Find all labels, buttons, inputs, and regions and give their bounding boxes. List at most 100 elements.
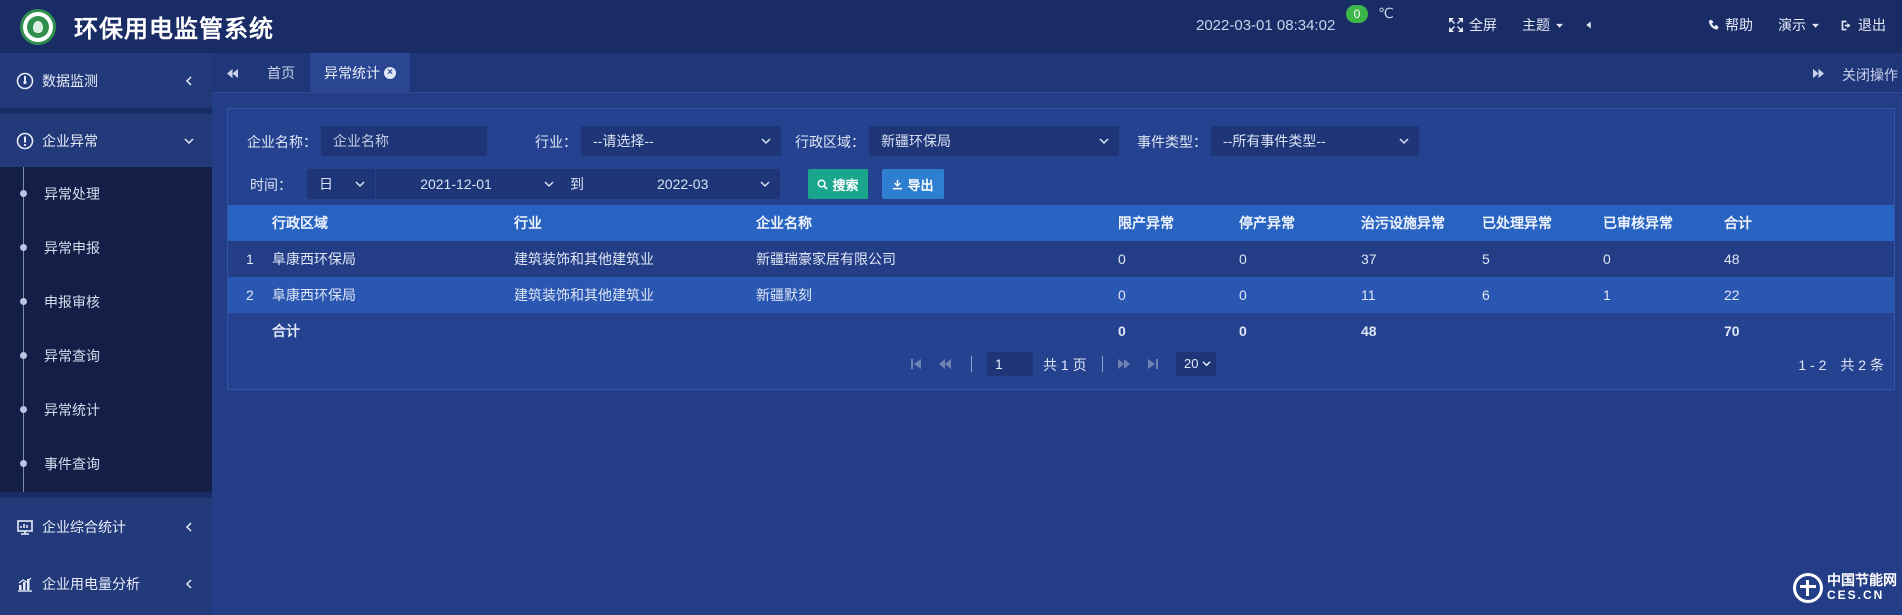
cell-reviewed-anomaly: 1 bbox=[1603, 287, 1611, 303]
search-button[interactable]: 搜索 bbox=[808, 169, 868, 199]
company-name-label: 企业名称： bbox=[247, 134, 317, 150]
to-label: 到 bbox=[570, 176, 584, 192]
cell-limit-anomaly: 0 bbox=[1118, 287, 1126, 303]
chevron-down-icon bbox=[1099, 138, 1109, 145]
sidebar-item-anomaly-query[interactable]: 异常查询 bbox=[0, 329, 212, 383]
region-select-value: 新疆环保局 bbox=[881, 133, 951, 149]
sidebar-item-label: 事件查询 bbox=[44, 456, 100, 472]
cell-stop-anomaly: 0 bbox=[1239, 251, 1247, 267]
record-range-info: 1 - 2 共 2 条 bbox=[1798, 357, 1884, 373]
prev-page-icon[interactable] bbox=[938, 357, 952, 371]
row-index: 2 bbox=[246, 287, 254, 303]
chevron-down-icon bbox=[760, 181, 770, 188]
table-row[interactable]: 1 阜康西环保局 建筑装饰和其他建筑业 新疆瑞豪家居有限公司 0 0 37 5 … bbox=[228, 241, 1894, 277]
help-button[interactable]: 帮助 bbox=[1708, 14, 1753, 36]
watermark-logo-icon bbox=[1793, 573, 1823, 603]
pagination: 1 共 1 页 20 1 - 2 共 2 条 bbox=[228, 349, 1894, 379]
close-tab-icon[interactable]: × bbox=[384, 67, 396, 79]
sidebar: 数据监测 企业异常 异常处理 异常申报 申报审核 异常查询 异常统计 事件查询 … bbox=[0, 53, 212, 615]
sidebar-item-company-anomaly[interactable]: 企业异常 bbox=[0, 114, 212, 167]
column-header[interactable]: 治污设施异常 bbox=[1361, 205, 1445, 241]
pager-divider bbox=[1102, 356, 1103, 372]
summary-total: 70 bbox=[1724, 323, 1740, 339]
first-page-icon[interactable] bbox=[909, 357, 923, 371]
cell-company: 新疆默刻 bbox=[756, 287, 812, 303]
sidebar-item-anomaly-report[interactable]: 异常申报 bbox=[0, 221, 212, 275]
total-pages: 共 1 页 bbox=[1043, 357, 1087, 373]
cell-total: 22 bbox=[1724, 287, 1740, 303]
column-header[interactable]: 停产异常 bbox=[1239, 205, 1295, 241]
sidebar-item-label: 异常申报 bbox=[44, 240, 100, 256]
chevron-down-icon bbox=[544, 181, 554, 188]
start-date-select[interactable]: 2021-12-01 bbox=[376, 169, 564, 199]
time-unit-select[interactable]: 日 bbox=[307, 169, 375, 199]
cell-industry: 建筑装饰和其他建筑业 bbox=[514, 251, 654, 267]
end-date-select[interactable]: 到 2022-03 bbox=[564, 169, 780, 199]
logo-icon bbox=[20, 8, 56, 45]
cell-industry: 建筑装饰和其他建筑业 bbox=[514, 287, 654, 303]
double-arrow-right-icon bbox=[1812, 68, 1824, 78]
cell-handled-anomaly: 6 bbox=[1482, 287, 1490, 303]
sidebar-item-power-analysis[interactable]: 企业用电量分析 bbox=[0, 555, 212, 612]
sidebar-item-anomaly-handle[interactable]: 异常处理 bbox=[0, 167, 212, 221]
demo-label: 演示 bbox=[1778, 17, 1806, 33]
cell-pollution-anomaly: 11 bbox=[1361, 287, 1376, 303]
header-scroll-left-button[interactable] bbox=[1584, 14, 1593, 36]
fullscreen-label: 全屏 bbox=[1469, 17, 1497, 33]
sidebar-item-label: 企业用电量分析 bbox=[42, 575, 140, 592]
export-button[interactable]: 导出 bbox=[882, 169, 944, 199]
logout-label: 退出 bbox=[1858, 17, 1886, 33]
industry-select-value: --请选择-- bbox=[593, 133, 654, 149]
time-unit-value: 日 bbox=[319, 176, 333, 192]
header-clock: 2022-03-01 08:34:02 bbox=[1196, 17, 1336, 34]
column-header[interactable]: 合计 bbox=[1724, 205, 1752, 241]
site-watermark: 中国节能网 CES.CN bbox=[1793, 570, 1897, 606]
export-button-label: 导出 bbox=[907, 177, 934, 193]
event-type-select[interactable]: --所有事件类型-- bbox=[1211, 126, 1419, 156]
chevron-left-icon bbox=[185, 578, 192, 589]
column-header[interactable]: 限产异常 bbox=[1118, 205, 1174, 241]
sidebar-item-anomaly-stats[interactable]: 异常统计 bbox=[0, 383, 212, 437]
bullet-dot-icon bbox=[20, 406, 27, 413]
region-select[interactable]: 新疆环保局 bbox=[869, 126, 1119, 156]
demo-dropdown[interactable]: 演示 bbox=[1778, 14, 1820, 36]
industry-select[interactable]: --请选择-- bbox=[581, 126, 781, 156]
column-header[interactable]: 行政区域 bbox=[272, 205, 328, 241]
caret-down-icon bbox=[1812, 23, 1819, 28]
phone-icon bbox=[1708, 19, 1719, 30]
logout-icon bbox=[1841, 20, 1851, 30]
page-size-select[interactable]: 20 bbox=[1176, 352, 1216, 376]
chevron-down-icon bbox=[184, 137, 194, 144]
column-header[interactable]: 已处理异常 bbox=[1482, 205, 1552, 241]
tab-scroll-right-button[interactable] bbox=[1798, 53, 1838, 93]
chevron-down-icon bbox=[761, 138, 771, 145]
event-type-select-value: --所有事件类型-- bbox=[1223, 133, 1326, 149]
cell-limit-anomaly: 0 bbox=[1118, 251, 1126, 267]
start-date-value: 2021-12-01 bbox=[420, 176, 492, 192]
column-header[interactable]: 企业名称 bbox=[756, 205, 812, 241]
page-number-input[interactable]: 1 bbox=[987, 352, 1033, 376]
submenu-company-anomaly: 异常处理 异常申报 申报审核 异常查询 异常统计 事件查询 bbox=[0, 167, 212, 492]
close-operations-button[interactable]: 关闭操作 bbox=[1842, 65, 1898, 85]
next-page-icon[interactable] bbox=[1117, 357, 1131, 371]
sidebar-item-company-stats[interactable]: 企业综合统计 bbox=[0, 498, 212, 555]
table-summary-row: 合计 0 0 48 70 bbox=[228, 313, 1894, 349]
table-row[interactable]: 2 阜康西环保局 建筑装饰和其他建筑业 新疆默刻 0 0 11 6 1 22 bbox=[228, 277, 1894, 313]
theme-dropdown[interactable]: 主题 bbox=[1522, 14, 1564, 36]
column-header[interactable]: 行业 bbox=[514, 205, 542, 241]
tab-anomaly-stats[interactable]: 异常统计 × bbox=[310, 53, 410, 93]
top-header: 环保用电监管系统 2022-03-01 08:34:02 0 ℃ 全屏 主题 帮… bbox=[0, 0, 1902, 53]
sidebar-item-event-query[interactable]: 事件查询 bbox=[0, 437, 212, 491]
sidebar-item-report-review[interactable]: 申报审核 bbox=[0, 275, 212, 329]
company-name-input[interactable]: 企业名称 bbox=[321, 126, 487, 156]
summary-stop-anomaly: 0 bbox=[1239, 323, 1247, 339]
time-label: 时间： bbox=[250, 177, 292, 193]
logout-button[interactable]: 退出 bbox=[1840, 14, 1886, 36]
column-header[interactable]: 已审核异常 bbox=[1603, 205, 1673, 241]
sidebar-item-data-monitor[interactable]: 数据监测 bbox=[0, 53, 212, 108]
sidebar-item-label: 数据监测 bbox=[42, 72, 98, 89]
tab-home[interactable]: 首页 bbox=[253, 53, 309, 93]
last-page-icon[interactable] bbox=[1146, 357, 1160, 371]
fullscreen-button[interactable]: 全屏 bbox=[1448, 14, 1497, 36]
tab-scroll-left-button[interactable] bbox=[212, 53, 252, 93]
